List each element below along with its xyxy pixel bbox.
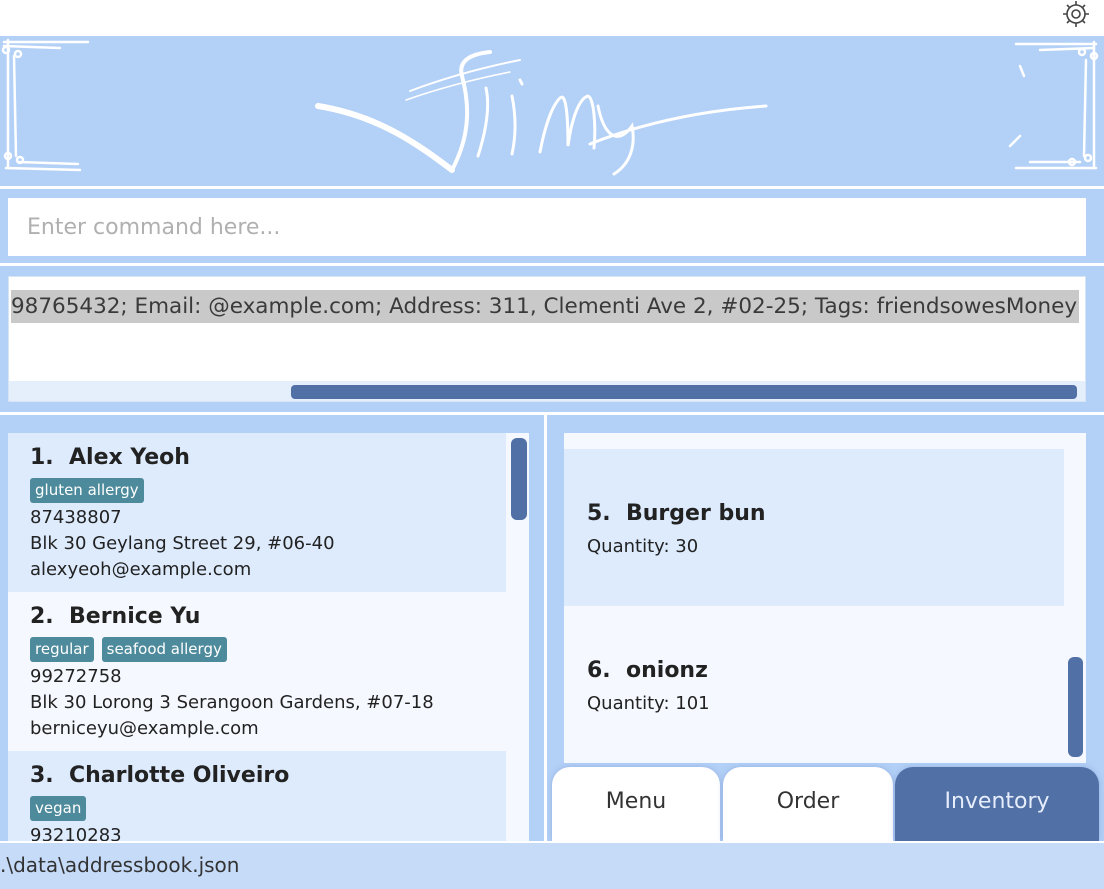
tag-badge: seafood allergy — [101, 637, 227, 662]
panel-divider — [544, 415, 547, 841]
person-address: Blk 30 Lorong 3 Serangoon Gardens, #07-1… — [30, 692, 434, 713]
vertical-scrollbar[interactable] — [506, 433, 529, 841]
scrollbar-thumb[interactable] — [291, 385, 1077, 399]
banner-frame-ornament — [1, 38, 1099, 176]
tab-order[interactable]: Order — [723, 767, 893, 841]
result-area: 98765432; Email: @example.com; Address: … — [0, 266, 1104, 412]
tab-inventory[interactable]: Inventory — [895, 767, 1099, 841]
person-name: 3. Charlotte Oliveiro — [30, 763, 290, 788]
inventory-card[interactable]: 5. Burger bun Quantity: 30 — [564, 449, 1064, 606]
tag-badge: regular — [30, 637, 94, 662]
command-input[interactable] — [8, 198, 1086, 256]
item-name: 6. onionz — [587, 658, 708, 683]
app-banner — [0, 36, 1104, 186]
gear-icon[interactable] — [1056, 0, 1092, 28]
person-phone: 87438807 — [30, 507, 122, 528]
inventory-card[interactable]: 6. onionz Quantity: 101 — [564, 606, 1064, 763]
tag-list: regular seafood allergy — [30, 637, 235, 662]
tab-bar: Menu Order Inventory — [552, 767, 1104, 841]
save-location: .\data\addressbook.json — [0, 853, 240, 877]
vertical-scrollbar[interactable] — [1064, 433, 1086, 763]
tag-list: vegan — [30, 796, 94, 821]
inventory-card-partial[interactable] — [564, 433, 1064, 449]
person-email: berniceyu@example.com — [30, 718, 259, 739]
person-name: 2. Bernice Yu — [30, 604, 201, 629]
tag-list: gluten allergy — [30, 478, 152, 503]
inventory-list[interactable]: 5. Burger bun Quantity: 30 6. onionz Qua… — [564, 433, 1086, 763]
tag-badge: gluten allergy — [30, 478, 144, 503]
person-email: alexyeoh@example.com — [30, 559, 252, 580]
tab-menu[interactable]: Menu — [552, 767, 720, 841]
scrollbar-thumb[interactable] — [511, 438, 527, 520]
item-quantity: Quantity: 101 — [587, 693, 710, 714]
person-card[interactable]: 2. Bernice Yu regular seafood allergy 992… — [8, 592, 506, 751]
title-bar — [0, 0, 1104, 36]
person-phone: 93210283 — [30, 825, 122, 841]
person-name: 1. Alex Yeoh — [30, 445, 190, 470]
item-quantity: Quantity: 30 — [587, 536, 699, 557]
person-card[interactable]: 1. Alex Yeoh gluten allergy 87438807 Blk… — [8, 433, 506, 592]
tag-badge: vegan — [30, 796, 87, 821]
main-area: 1. Alex Yeoh gluten allergy 87438807 Blk… — [0, 415, 1104, 841]
person-phone: 99272758 — [30, 666, 122, 687]
result-display[interactable]: 98765432; Email: @example.com; Address: … — [8, 276, 1086, 402]
person-address: Blk 30 Geylang Street 29, #06-40 — [30, 533, 335, 554]
command-area — [0, 189, 1104, 263]
scrollbar-thumb[interactable] — [1068, 657, 1083, 757]
status-bar: .\data\addressbook.json — [0, 841, 1104, 889]
result-text: 98765432; Email: @example.com; Address: … — [11, 290, 1080, 323]
person-list[interactable]: 1. Alex Yeoh gluten allergy 87438807 Blk… — [8, 433, 529, 841]
horizontal-scrollbar[interactable] — [9, 381, 1085, 401]
item-name: 5. Burger bun — [587, 501, 766, 526]
person-card[interactable]: 3. Charlotte Oliveiro vegan 93210283 — [8, 751, 506, 841]
